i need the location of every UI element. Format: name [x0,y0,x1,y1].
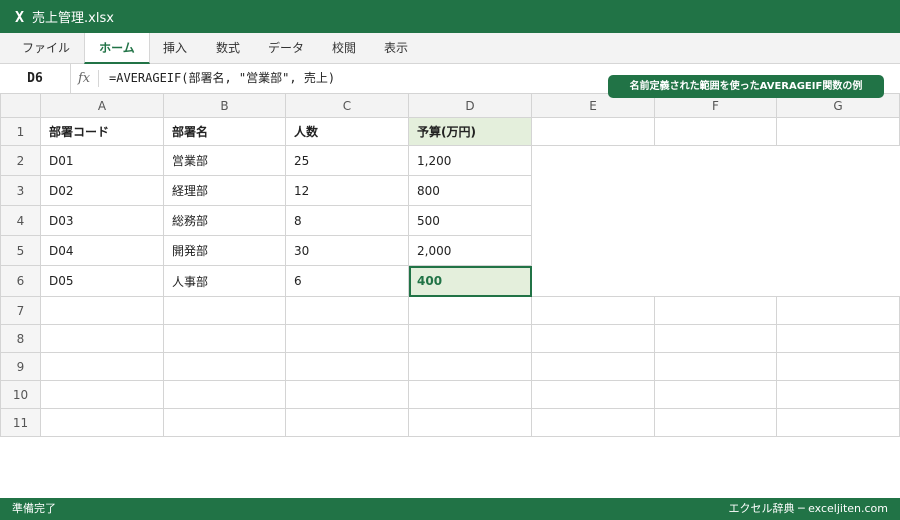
row-header-1[interactable]: 1 [0,117,41,146]
empty-cell[interactable] [531,408,655,437]
cell-c5[interactable]: 30 [285,235,409,266]
tab-formulas[interactable]: 数式 [204,33,252,63]
example-callout: 名前定義された範囲を使ったAVERAGEIF関数の例 [608,75,884,98]
row-header-11[interactable]: 11 [0,408,41,437]
cell-g1[interactable] [776,117,900,146]
file-name: 売上管理.xlsx [32,11,114,26]
name-box[interactable]: D6 [0,64,71,93]
status-bar: 準備完了 エクセル辞典 ─ exceljiten.com [0,498,900,520]
column-header-d[interactable]: D [408,93,532,118]
empty-cell[interactable] [163,352,286,381]
empty-cell[interactable] [40,408,164,437]
column-header-b[interactable]: B [163,93,286,118]
empty-cell[interactable] [408,380,532,409]
empty-cell[interactable] [531,352,655,381]
empty-cell[interactable] [408,324,532,353]
row-header-3[interactable]: 3 [0,175,41,206]
empty-cell[interactable] [40,324,164,353]
cell-f1[interactable] [654,117,777,146]
empty-cell[interactable] [40,352,164,381]
tab-view[interactable]: 表示 [372,33,420,63]
cell-c3[interactable]: 12 [285,175,409,206]
tab-data[interactable]: データ [258,33,314,63]
cell-b2[interactable]: 営業部 [163,145,286,176]
empty-cell[interactable] [163,408,286,437]
cell-b5[interactable]: 開発部 [163,235,286,266]
cell-a2[interactable]: D01 [40,145,164,176]
row-header-9[interactable]: 9 [0,352,41,381]
cell-d2[interactable]: 1,200 [408,145,532,176]
cell-d1[interactable]: 予算(万円) [408,117,532,146]
row-header-7[interactable]: 7 [0,296,41,325]
tab-review[interactable]: 校閲 [320,33,368,63]
excel-logo-icon: X [15,7,25,26]
empty-cell[interactable] [531,324,655,353]
cell-b6[interactable]: 人事部 [163,265,286,297]
empty-cell[interactable] [408,408,532,437]
cell-b4[interactable]: 総務部 [163,205,286,236]
row-header-10[interactable]: 10 [0,380,41,409]
empty-cell[interactable] [163,296,286,325]
empty-area [531,145,900,297]
empty-cell[interactable] [776,380,900,409]
row-header-8[interactable]: 8 [0,324,41,353]
status-ready: 準備完了 [12,502,56,515]
empty-cell[interactable] [776,296,900,325]
empty-cell[interactable] [285,296,409,325]
row-header-6[interactable]: 6 [0,265,41,297]
empty-cell[interactable] [654,296,777,325]
column-header-a[interactable]: A [40,93,164,118]
cell-a6[interactable]: D05 [40,265,164,297]
empty-cell[interactable] [285,352,409,381]
empty-cell[interactable] [654,408,777,437]
row-header-5[interactable]: 5 [0,235,41,266]
empty-cell[interactable] [163,324,286,353]
empty-cell[interactable] [40,380,164,409]
fx-icon[interactable]: fx [78,64,90,93]
cell-c1[interactable]: 人数 [285,117,409,146]
row-header-4[interactable]: 4 [0,205,41,236]
cell-d5[interactable]: 2,000 [408,235,532,266]
empty-cell[interactable] [285,324,409,353]
empty-cell[interactable] [654,380,777,409]
cell-a5[interactable]: D04 [40,235,164,266]
tab-file[interactable]: ファイル [10,33,82,63]
spreadsheet-grid: A B C D E F G 1 部署コード 部署名 人数 予算(万円) 2 D0… [0,93,900,437]
empty-cell[interactable] [408,296,532,325]
empty-cell[interactable] [776,408,900,437]
cell-c4[interactable]: 8 [285,205,409,236]
empty-cell[interactable] [285,380,409,409]
cell-e1[interactable] [531,117,655,146]
empty-cell[interactable] [531,296,655,325]
empty-cell[interactable] [408,352,532,381]
empty-cell[interactable] [654,352,777,381]
column-header-c[interactable]: C [285,93,409,118]
cell-d3[interactable]: 800 [408,175,532,206]
cell-d4[interactable]: 500 [408,205,532,236]
cell-d6-selected[interactable]: 400 [408,265,532,297]
empty-cell[interactable] [531,380,655,409]
select-all-corner[interactable] [0,93,41,118]
cell-c2[interactable]: 25 [285,145,409,176]
tab-insert[interactable]: 挿入 [152,33,198,63]
empty-cell[interactable] [776,352,900,381]
cell-a4[interactable]: D03 [40,205,164,236]
empty-cell[interactable] [776,324,900,353]
cell-a3[interactable]: D02 [40,175,164,206]
empty-cell[interactable] [654,324,777,353]
empty-cell[interactable] [40,296,164,325]
site-credit: エクセル辞典 ─ exceljiten.com [728,502,888,515]
empty-cell[interactable] [285,408,409,437]
cell-b1[interactable]: 部署名 [163,117,286,146]
row-header-2[interactable]: 2 [0,145,41,176]
title-bar: X 売上管理.xlsx [0,0,900,33]
ribbon-tabs: ファイル ホーム 挿入 数式 データ 校閲 表示 [0,33,900,64]
tab-home[interactable]: ホーム [84,33,150,64]
formula-input[interactable]: =AVERAGEIF(部署名, "営業部", 売上) [109,64,335,93]
cell-b3[interactable]: 経理部 [163,175,286,206]
cell-c6[interactable]: 6 [285,265,409,297]
formula-divider [98,70,99,87]
cell-a1[interactable]: 部署コード [40,117,164,146]
empty-cell[interactable] [163,380,286,409]
